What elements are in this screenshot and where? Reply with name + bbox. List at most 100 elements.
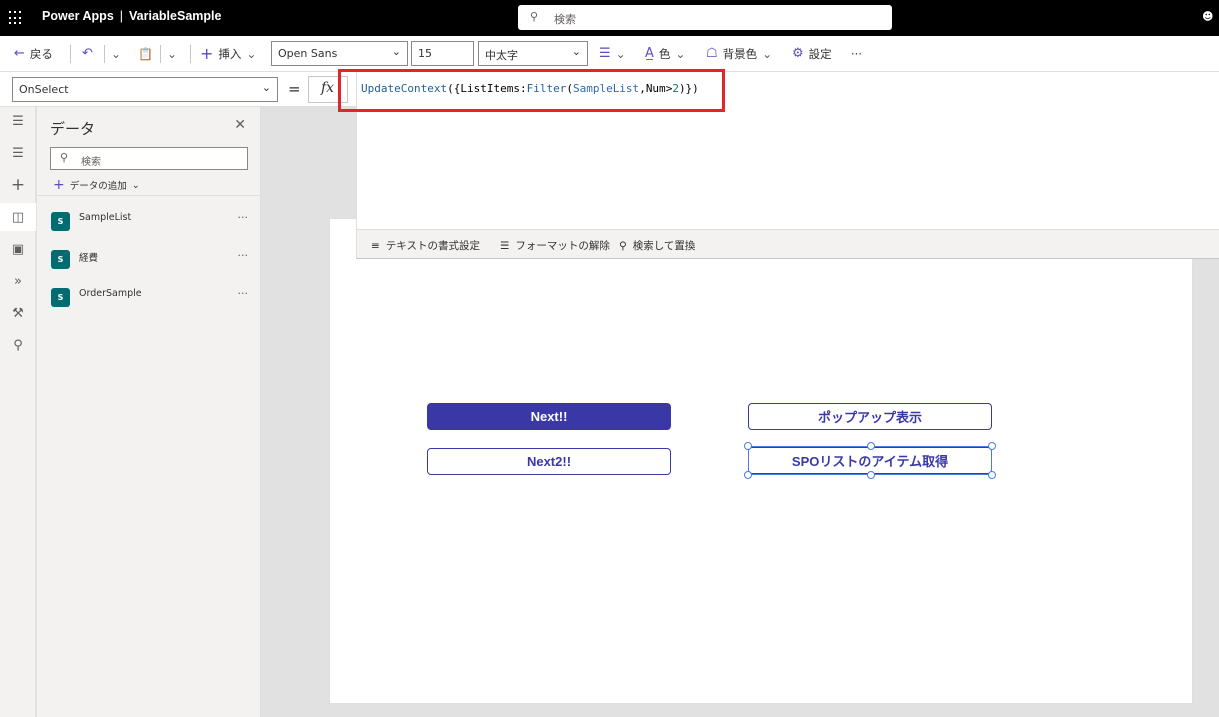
formula-token: Filter (526, 82, 567, 95)
media-icon[interactable]: ▣ (0, 235, 36, 263)
user-icon[interactable]: ☻ (1202, 10, 1214, 24)
waffle-icon[interactable] (9, 11, 23, 25)
resize-handle[interactable] (744, 471, 752, 479)
plus-icon: + (200, 44, 214, 63)
font-weight-dropdown[interactable]: 中太字 ⌄ (478, 41, 588, 66)
formula-text[interactable]: UpdateContext({ListItems:Filter(SampleLi… (361, 82, 699, 95)
search-icon[interactable]: ⚲ (0, 331, 36, 359)
formula-token: SampleList (572, 82, 640, 95)
chevron-down-icon: ⌄ (167, 47, 178, 61)
data-icon[interactable]: ◫ (0, 203, 36, 231)
resize-handle[interactable] (867, 471, 875, 479)
fill-label: 背景色 (722, 47, 758, 61)
chevron-down-icon: ⌄ (111, 47, 122, 61)
paste-dropdown[interactable]: ⌄ (167, 46, 177, 62)
formula-token: ( (566, 82, 573, 95)
panel-search-input[interactable]: ⚲ 検索 (50, 147, 248, 170)
resize-handle[interactable] (867, 442, 875, 450)
add-data-button[interactable]: + データの追加 ⌄ (53, 177, 140, 193)
back-button[interactable]: ← 戻る (14, 46, 53, 62)
data-source-item[interactable]: S OrderSample ··· (37, 285, 261, 323)
paste-button[interactable]: 📋 (138, 46, 153, 62)
font-color-label: 色 (658, 47, 671, 61)
fill-button[interactable]: ☖ 背景色 ⌄ (706, 46, 772, 62)
remove-format-label: フォーマットの解除 (515, 240, 610, 252)
back-label: 戻る (29, 47, 53, 61)
sharepoint-icon: S (51, 250, 70, 269)
remove-format-icon: ☰ (500, 239, 510, 252)
data-source-item[interactable]: S SampleList ··· (37, 209, 261, 247)
command-bar: ← 戻る ↶ ⌄ 📋 ⌄ + 挿入 ⌄ Open Sans ⌄ 15 中太字 ⌄… (0, 36, 1219, 72)
app-file-name: VariableSample (129, 9, 222, 23)
settings-button[interactable]: ⚙ 設定 (792, 46, 832, 62)
more-options-button[interactable]: ··· (238, 211, 249, 224)
app-title: Power Apps | VariableSample (42, 9, 221, 23)
sharepoint-icon: S (51, 212, 70, 231)
divider (190, 45, 191, 63)
search-icon: ⚲ (530, 10, 539, 23)
left-rail: ☰ ☰ + ◫ ▣ » ⚒ ⚲ (0, 107, 36, 717)
font-size-input[interactable]: 15 (411, 41, 474, 66)
global-search-box[interactable]: ⚲ 検索 (518, 5, 892, 30)
find-replace-button[interactable]: ⚲ 検索して置換 (619, 238, 695, 253)
plus-icon: + (53, 177, 65, 193)
undo-button[interactable]: ↶ (82, 46, 93, 62)
fx-button[interactable]: fx (308, 76, 348, 103)
property-value: OnSelect (19, 83, 69, 96)
more-icon: ··· (851, 47, 862, 61)
formula-editor[interactable]: UpdateContext({ListItems:Filter(SampleLi… (356, 72, 1219, 259)
formula-token: : (519, 82, 527, 95)
font-color-icon: A̲ (645, 46, 654, 61)
resize-handle[interactable] (744, 442, 752, 450)
paste-icon: 📋 (138, 47, 153, 61)
chevron-down-icon: ⌄ (391, 45, 401, 58)
align-icon: ☰ (599, 46, 611, 61)
divider (160, 45, 161, 63)
data-source-item[interactable]: S 経費 ··· (37, 247, 261, 285)
tree-view-icon[interactable]: ☰ (0, 139, 36, 167)
chevron-down-icon: ⌄ (675, 47, 686, 61)
search-icon: ⚲ (619, 239, 627, 252)
chevron-down-icon: ⌄ (571, 45, 581, 58)
more-options-button[interactable]: ··· (238, 249, 249, 262)
undo-dropdown[interactable]: ⌄ (111, 46, 121, 62)
divider (37, 195, 261, 196)
equals-sign: = (288, 80, 301, 98)
insert-button[interactable]: + 挿入 ⌄ (200, 46, 256, 62)
back-arrow-icon: ← (14, 46, 25, 61)
selection-frame (744, 442, 996, 479)
product-name: Power Apps (42, 9, 114, 23)
align-button[interactable]: ☰ ⌄ (599, 46, 626, 62)
data-source-label: 経費 (79, 253, 99, 264)
formula-token: )}) (678, 82, 699, 95)
font-family-dropdown[interactable]: Open Sans ⌄ (271, 41, 408, 66)
resize-handle[interactable] (988, 471, 996, 479)
fill-icon: ☖ (706, 46, 718, 61)
tools-icon[interactable]: ⚒ (0, 299, 36, 327)
more-options-button[interactable]: ··· (238, 287, 249, 300)
font-size-value: 15 (418, 47, 432, 60)
panel-search-placeholder: 検索 (81, 157, 101, 168)
remove-format-button[interactable]: ☰ フォーマットの解除 (500, 238, 610, 253)
chevron-down-icon: ⌄ (131, 179, 140, 191)
close-icon[interactable]: ✕ (234, 117, 246, 133)
font-color-button[interactable]: A̲ 色 ⌄ (645, 46, 685, 62)
resize-handle[interactable] (988, 442, 996, 450)
more-button[interactable]: ··· (851, 46, 862, 62)
undo-icon: ↶ (82, 46, 93, 61)
popup-button[interactable]: ポップアップ表示 (748, 403, 992, 430)
power-automate-icon[interactable]: » (0, 267, 36, 295)
panel-title: データ (50, 120, 96, 138)
chevron-down-icon: ⌄ (246, 47, 257, 61)
global-search-placeholder: 検索 (554, 13, 576, 26)
next-button[interactable]: Next!! (427, 403, 671, 430)
property-dropdown[interactable]: OnSelect ⌄ (12, 77, 278, 102)
menu-icon[interactable]: ☰ (0, 107, 36, 135)
search-icon: ⚲ (60, 151, 69, 164)
data-panel: データ ✕ ⚲ 検索 + データの追加 ⌄ S SampleList ··· S… (37, 107, 261, 717)
font-family-value: Open Sans (278, 47, 338, 60)
next2-button[interactable]: Next2!! (427, 448, 671, 475)
insert-icon[interactable]: + (0, 171, 36, 199)
format-text-button[interactable]: ≡ テキストの書式設定 (371, 238, 480, 253)
chevron-down-icon: ⌄ (615, 47, 626, 61)
